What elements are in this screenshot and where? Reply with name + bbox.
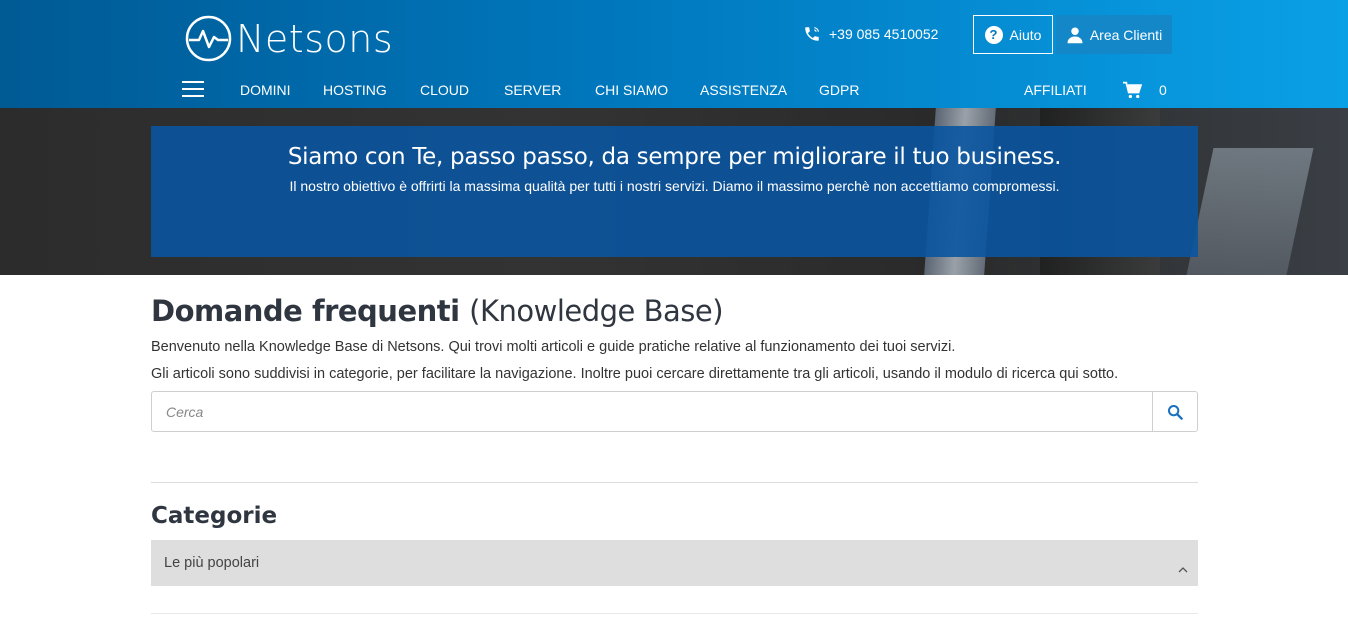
- nav-item-assistenza[interactable]: ASSISTENZA: [700, 82, 787, 98]
- search-icon: [1168, 404, 1183, 420]
- nav-item-affiliati[interactable]: AFFILIATI: [1024, 82, 1087, 98]
- nav-item-server[interactable]: SERVER: [504, 82, 561, 98]
- categories-title: Categorie: [151, 503, 278, 529]
- intro-text-1: Benvenuto nella Knowledge Base di Netson…: [151, 339, 956, 355]
- page-title-light: (Knowledge Base): [469, 294, 724, 328]
- netsons-logo-icon: [185, 15, 232, 62]
- nav-item-domini[interactable]: DOMINI: [240, 82, 291, 98]
- hero-background-card: [1186, 148, 1314, 275]
- cart-count[interactable]: 0: [1159, 82, 1167, 98]
- phone-icon: [805, 27, 819, 41]
- cart-icon[interactable]: [1122, 81, 1143, 104]
- hero-banner: Siamo con Te, passo passo, da sempre per…: [0, 108, 1348, 275]
- client-area-label: Area Clienti: [1089, 26, 1163, 43]
- hero-title: Siamo con Te, passo passo, da sempre per…: [287, 144, 1062, 170]
- page-title: Domande frequenti (Knowledge Base): [151, 294, 724, 328]
- section-divider: [151, 482, 1198, 483]
- nav-item-hosting[interactable]: HOSTING: [323, 82, 387, 98]
- hero-message-box: Siamo con Te, passo passo, da sempre per…: [151, 126, 1198, 257]
- question-circle-icon: ?: [984, 25, 1003, 44]
- chevron-up-icon: [1178, 562, 1188, 576]
- category-popular-toggle[interactable]: Le più popolari: [151, 540, 1198, 586]
- nav-item-gdpr[interactable]: GDPR: [819, 82, 859, 98]
- search-input[interactable]: [152, 392, 1152, 431]
- main-nav: DOMINI HOSTING CLOUD SERVER CHI SIAMO AS…: [0, 70, 1348, 108]
- user-icon: [1067, 27, 1083, 43]
- site-header: Netsons +39 085 4510052 ? Aiuto Area Cli…: [0, 0, 1348, 108]
- help-button-label: Aiuto: [1009, 26, 1042, 43]
- brand-name: Netsons: [236, 16, 394, 61]
- phone-number: +39 085 4510052: [829, 26, 939, 42]
- netsons-logo[interactable]: Netsons: [185, 15, 393, 62]
- page-title-bold: Domande frequenti: [151, 294, 460, 328]
- menu-icon[interactable]: [182, 81, 204, 97]
- phone-contact[interactable]: +39 085 4510052: [803, 22, 938, 46]
- search-form: [151, 391, 1198, 432]
- nav-item-chi-siamo[interactable]: CHI SIAMO: [595, 82, 668, 98]
- hero-subtitle: Il nostro obiettivo è offrirti la massim…: [289, 178, 1060, 194]
- intro-text-2: Gli articoli sono suddivisi in categorie…: [151, 366, 1119, 382]
- search-button[interactable]: [1152, 392, 1197, 431]
- nav-item-cloud[interactable]: CLOUD: [420, 82, 469, 98]
- client-area-button[interactable]: Area Clienti: [1056, 15, 1172, 54]
- category-popular-label: Le più popolari: [164, 555, 260, 571]
- help-button[interactable]: ? Aiuto: [973, 15, 1053, 54]
- bottom-divider: [151, 613, 1198, 614]
